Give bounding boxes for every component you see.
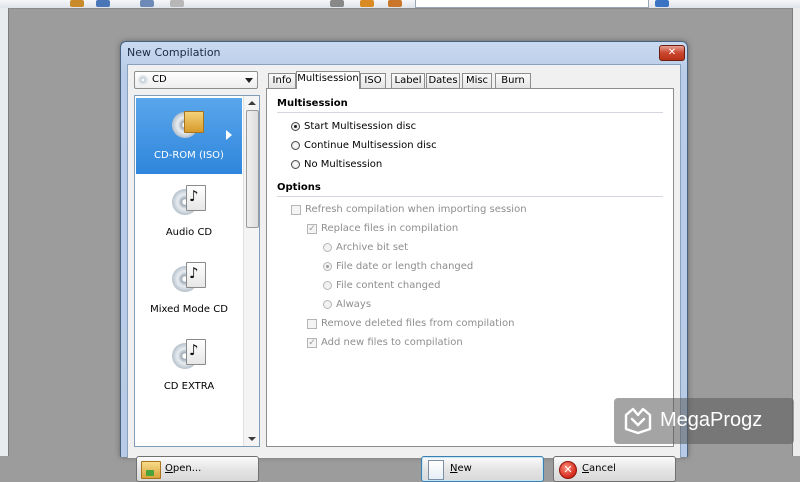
radio-button-icon[interactable] [291,160,300,169]
media-item-cd-rom-iso[interactable]: CD-ROM (ISO) [136,98,242,174]
toolbar-icon[interactable] [140,0,154,7]
chevron-down-icon[interactable] [245,78,253,83]
radio-button-icon[interactable] [323,243,332,252]
media-type-list: CD-ROM (ISO) ♪ Audio CD ♪ Mixed Mode CD … [134,95,260,447]
open-button-label: Open... [165,463,202,474]
checkbox-icon[interactable]: ✓ [307,338,317,348]
new-compilation-dialog: New Compilation ✕ CD CD-ROM (ISO) ♪ Audi… [120,41,688,482]
toolbar-icon[interactable] [70,0,84,7]
toolbar-icon[interactable] [170,0,184,7]
multisession-tab-panel: Multisession Start Multisession disc Con… [266,88,674,447]
dialog-title: New Compilation [127,46,221,59]
tab-dates[interactable]: Dates [426,73,460,88]
checkbox-label: Replace files in compilation [321,223,459,234]
tab-burn[interactable]: Burn [495,73,531,88]
radio-label: Archive bit set [336,242,409,253]
media-item-label: Mixed Mode CD [150,304,228,315]
radio-file-content-changed[interactable]: File content changed [323,280,441,291]
radio-continue-multisession[interactable]: Continue Multisession disc [291,140,437,151]
toolbar-icon[interactable] [96,0,110,7]
section-divider [277,196,663,197]
watermark: MegaProgz [614,398,794,444]
checkbox-label: Remove deleted files from compilation [321,318,515,329]
radio-no-multisession[interactable]: No Multisession [291,159,382,170]
checkbox-icon[interactable]: ✓ [307,224,317,234]
radio-label: Start Multisession disc [304,121,417,132]
section-divider [277,112,663,113]
checkbox-add-new-files[interactable]: ✓ Add new files to compilation [307,337,463,348]
media-type-select[interactable]: CD [134,71,258,89]
megaprogz-logo-icon [624,407,652,435]
radio-start-multisession[interactable]: Start Multisession disc [291,121,416,132]
toolbar-icon[interactable] [330,0,344,7]
radio-always[interactable]: Always [323,299,371,310]
media-type-value: CD [152,74,167,85]
checkbox-icon[interactable] [291,205,301,215]
radio-button-icon[interactable] [323,300,332,309]
new-button-label: New [450,463,472,474]
media-item-audio-cd[interactable]: ♪ Audio CD [136,175,242,251]
radio-button-icon[interactable] [291,141,300,150]
cancel-icon: ✕ [559,461,577,479]
radio-file-date-length[interactable]: File date or length changed [323,261,473,272]
cancel-button-label: Cancel [582,463,616,474]
open-button[interactable]: Open... [136,456,259,482]
radio-button-icon[interactable] [323,281,332,290]
radio-label: Continue Multisession disc [304,140,437,151]
radio-button-icon[interactable] [291,122,300,131]
music-note-icon: ♪ [189,341,199,359]
toolbar-search-field[interactable] [415,0,649,8]
radio-button-icon[interactable] [323,262,332,271]
cancel-button[interactable]: ✕ Cancel [553,456,676,482]
multisession-heading: Multisession [277,98,348,109]
radio-label: File date or length changed [336,261,474,272]
dialog-client-area: CD CD-ROM (ISO) ♪ Audio CD ♪ Mixed Mode [127,64,681,482]
close-icon: ✕ [667,47,677,58]
options-heading: Options [277,182,321,193]
scroll-thumb[interactable] [246,110,259,228]
new-button[interactable]: New [421,456,544,482]
background-panel-right [792,8,800,456]
tab-info[interactable]: Info [268,73,296,88]
background-panel-left [0,8,9,456]
disc-icon [138,75,148,85]
scroll-down-icon[interactable] [248,437,256,441]
media-item-label: CD-ROM (ISO) [154,150,224,161]
background-toolbar [0,0,800,9]
checkbox-refresh-compilation[interactable]: Refresh compilation when importing sessi… [291,204,527,215]
tab-label[interactable]: Label [391,73,425,88]
scroll-up-icon[interactable] [248,101,256,105]
tab-misc[interactable]: Misc [462,73,492,88]
tab-multisession[interactable]: Multisession [296,71,360,89]
selection-pointer-icon [226,130,232,140]
media-item-label: Audio CD [165,227,213,238]
radio-archive-bit-set[interactable]: Archive bit set [323,242,408,253]
folder-icon [184,111,204,133]
checkbox-remove-deleted-files[interactable]: Remove deleted files from compilation [307,318,514,329]
music-note-icon: ♪ [189,187,199,205]
open-folder-icon [141,461,161,479]
tab-iso[interactable]: ISO [360,73,386,88]
watermark-text: MegaProgz [660,409,763,431]
media-item-label: CD EXTRA [163,381,215,392]
toolbar-icon[interactable] [360,0,374,7]
checkbox-label: Refresh compilation when importing sessi… [305,204,527,215]
toolbar-icon[interactable] [655,0,669,7]
radio-label: No Multisession [304,159,383,170]
music-note-icon: ♪ [189,264,199,282]
media-item-cd-extra[interactable]: ♪ CD EXTRA [136,329,242,405]
radio-label: File content changed [336,280,441,291]
media-item-mixed-mode-cd[interactable]: ♪ Mixed Mode CD [136,252,242,328]
media-list-scrollbar[interactable] [243,96,259,446]
checkbox-icon[interactable] [307,319,317,329]
toolbar-icon[interactable] [388,0,402,7]
checkbox-label: Add new files to compilation [321,337,463,348]
close-button[interactable]: ✕ [659,45,685,61]
checkbox-replace-files[interactable]: ✓ Replace files in compilation [307,223,458,234]
new-document-icon [428,460,444,480]
